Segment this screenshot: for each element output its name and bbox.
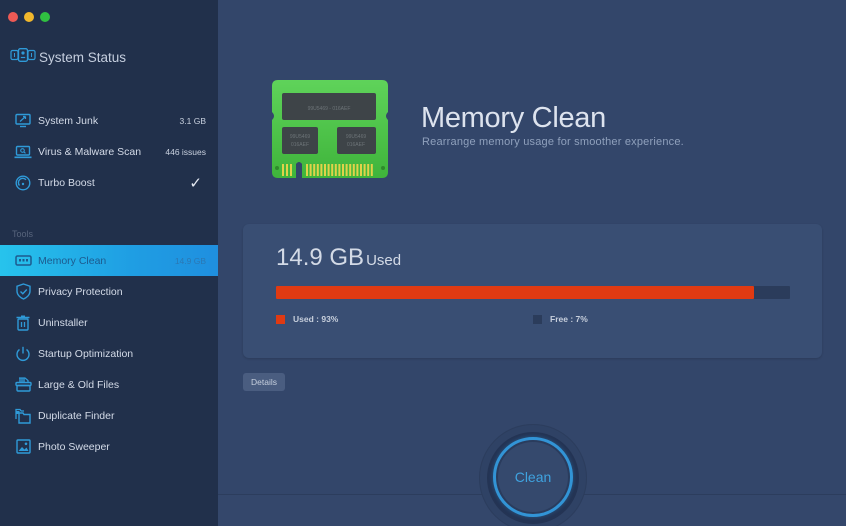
virus-issues-count: 446 issues	[165, 146, 206, 157]
system-status-icon	[10, 48, 36, 67]
sidebar-item-label: Duplicate Finder	[38, 409, 115, 422]
memory-usage-bar	[276, 286, 790, 299]
window-controls	[8, 12, 50, 22]
legend-free: Free : 7%	[533, 314, 588, 324]
memory-used-amount: 14.9 GB Used	[276, 244, 401, 272]
memory-icon	[14, 252, 32, 270]
file-box-icon	[14, 376, 32, 394]
laptop-scan-icon	[14, 143, 32, 161]
used-amount-value: 14.9 GB	[276, 244, 365, 271]
close-button[interactable]	[8, 12, 18, 22]
sidebar-item-label: Uninstaller	[38, 316, 88, 329]
legend-used-swatch	[276, 314, 285, 324]
sidebar-item-duplicate-finder[interactable]: Duplicate Finder	[0, 400, 218, 431]
clean-button[interactable]: Clean	[493, 437, 573, 517]
maximize-button[interactable]	[40, 12, 50, 22]
sidebar-item-virus-scan[interactable]: Virus & Malware Scan 446 issues	[0, 136, 218, 167]
sidebar-item-label: System Junk	[38, 114, 99, 127]
page-title: Memory Clean	[421, 102, 606, 134]
memory-used-size: 14.9 GB	[174, 255, 206, 266]
sidebar-item-label: Turbo Boost	[38, 176, 95, 189]
legend-free-swatch	[533, 314, 542, 324]
sidebar-item-large-old-files[interactable]: Large & Old Files	[0, 369, 218, 400]
system-junk-size: 3.1 GB	[179, 115, 206, 126]
sidebar-item-label: Virus & Malware Scan	[38, 145, 142, 158]
legend-free-label: Free : 7%	[550, 314, 588, 324]
checkmark-icon: ✓	[189, 174, 202, 192]
sidebar-item-system-junk[interactable]: System Junk 3.1 GB	[0, 105, 218, 136]
system-status-header[interactable]: System Status	[10, 48, 126, 67]
sidebar-item-photo-sweeper[interactable]: Photo Sweeper	[0, 431, 218, 462]
svg-text:99U5469: 99U5469	[290, 134, 311, 140]
svg-text:016AEF: 016AEF	[291, 142, 309, 148]
minimize-button[interactable]	[24, 12, 34, 22]
used-amount-suffix: Used	[366, 252, 402, 269]
shield-icon	[14, 283, 32, 301]
memory-usage-bar-used	[276, 286, 755, 299]
chip-label: 99U5469 - 016AEF	[308, 106, 351, 112]
svg-text:99U5469: 99U5469	[346, 134, 367, 140]
speedometer-icon	[14, 174, 32, 192]
power-icon	[14, 345, 32, 363]
monitor-icon	[14, 112, 32, 130]
sidebar-item-label: Startup Optimization	[38, 347, 134, 360]
legend-used: Used : 93%	[276, 314, 338, 324]
legend-used-label: Used : 93%	[293, 314, 339, 324]
sidebar-item-label: Memory Clean	[38, 254, 107, 267]
tools-section-label: Tools	[12, 229, 34, 239]
sidebar-item-uninstaller[interactable]: Uninstaller	[0, 307, 218, 338]
sidebar-item-memory-clean[interactable]: Memory Clean 14.9 GB	[0, 245, 218, 276]
sidebar-item-startup-optimization[interactable]: Startup Optimization	[0, 338, 218, 369]
page-subtitle: Rearrange memory usage for smoother expe…	[422, 136, 684, 148]
sidebar: System Status System Junk 3.1 GB Virus &…	[0, 0, 218, 526]
sidebar-item-turbo-boost[interactable]: Turbo Boost ✓	[0, 167, 218, 198]
sidebar-item-label: Privacy Protection	[38, 285, 123, 298]
system-status-label: System Status	[39, 50, 127, 65]
sidebar-item-label: Large & Old Files	[38, 378, 120, 391]
details-button[interactable]: Details	[243, 373, 285, 391]
trash-icon	[14, 314, 32, 332]
svg-text:016AEF: 016AEF	[347, 142, 365, 148]
sidebar-item-label: Photo Sweeper	[38, 440, 110, 453]
photo-icon	[14, 438, 32, 456]
ram-module-icon: 99U5469 - 016AEF 99U5469 016AEF 99U5469 …	[270, 80, 390, 185]
sidebar-item-privacy-protection[interactable]: Privacy Protection	[0, 276, 218, 307]
duplicate-icon	[14, 407, 32, 425]
